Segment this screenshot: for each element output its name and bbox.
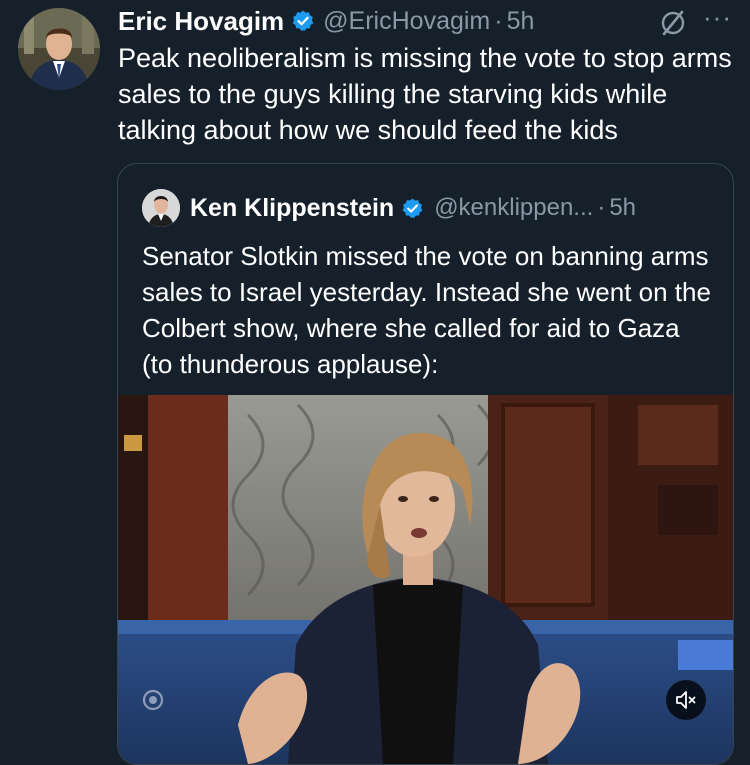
tweet: Eric Hovagim @EricHovagim · 5h ··· Peak … — [0, 0, 750, 765]
mute-icon[interactable] — [666, 680, 706, 720]
tweet-text: Peak neoliberalism is missing the vote t… — [118, 43, 732, 145]
verified-badge-icon — [291, 9, 315, 33]
quoted-author-name[interactable]: Ken Klippenstein — [190, 194, 394, 223]
verified-badge-icon — [401, 197, 424, 220]
quoted-timestamp[interactable]: 5h — [609, 194, 636, 222]
quoted-tweet-text: Senator Slotkin missed the vote on banni… — [142, 241, 711, 379]
author-name[interactable]: Eric Hovagim — [118, 6, 284, 37]
quoted-tweet-header: Ken Klippenstein @kenklippen... · 5h — [142, 189, 723, 227]
eye-icon[interactable] — [140, 687, 166, 713]
avatar[interactable] — [18, 8, 100, 90]
grok-icon[interactable] — [658, 8, 688, 38]
timestamp[interactable]: 5h — [507, 7, 535, 36]
separator-dot: · — [597, 194, 606, 221]
quoted-author-handle[interactable]: @kenklippen... — [434, 194, 593, 222]
more-icon[interactable]: ··· — [703, 2, 732, 33]
video-player[interactable] — [118, 395, 733, 764]
video-frame — [118, 395, 733, 764]
quoted-avatar[interactable] — [142, 189, 180, 227]
author-handle[interactable]: @EricHovagim — [323, 7, 490, 36]
separator-dot: · — [494, 6, 503, 35]
tweet-header: Eric Hovagim @EricHovagim · 5h — [118, 4, 726, 38]
quoted-tweet[interactable]: Ken Klippenstein @kenklippen... · 5h Sen… — [117, 163, 734, 765]
